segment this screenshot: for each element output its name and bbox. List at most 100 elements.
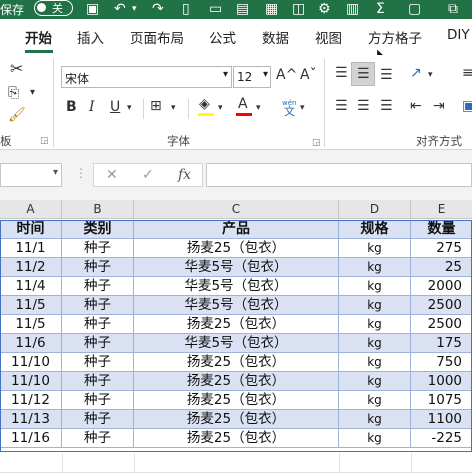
cell-quantity[interactable]: 275 xyxy=(411,239,472,258)
clipboard-launcher-icon[interactable]: ◲ xyxy=(40,133,49,149)
redo-icon[interactable]: ↷ xyxy=(152,1,164,17)
cell-product[interactable]: 扬麦25（包衣） xyxy=(134,315,339,334)
formula-input[interactable] xyxy=(206,163,472,187)
name-box[interactable]: ▾ xyxy=(0,163,62,187)
formula-icon[interactable]: Σ xyxy=(376,1,385,17)
cell-time[interactable]: 11/4 xyxy=(0,277,62,296)
cell-quantity[interactable]: 175 xyxy=(411,334,472,353)
fill-color-icon[interactable]: ◈ xyxy=(199,96,210,112)
border-dropdown-icon[interactable]: ▾ xyxy=(171,100,176,116)
paste-icon[interactable]: ▦ xyxy=(265,1,278,17)
cell-category[interactable]: 种子 xyxy=(62,372,134,391)
save-icon[interactable]: ▣ xyxy=(86,1,99,17)
cell-spec[interactable]: kg xyxy=(339,391,411,410)
cell-time[interactable]: 11/13 xyxy=(0,410,62,429)
tab-page-layout[interactable]: 页面布局 xyxy=(130,27,184,47)
cell-quantity[interactable]: 750 xyxy=(411,353,472,372)
phonetic-button[interactable]: 文 xyxy=(284,104,295,120)
cell-spec[interactable]: kg xyxy=(339,353,411,372)
column-header-b[interactable]: B xyxy=(62,200,134,219)
tab-formulas[interactable]: 公式 xyxy=(209,27,236,47)
drag-handle-icon[interactable]: ⋮ xyxy=(75,166,87,180)
underline-dropdown-icon[interactable]: ▾ xyxy=(127,100,132,116)
cell-spec[interactable]: kg xyxy=(339,372,411,391)
align-top-icon[interactable]: ☰ xyxy=(335,65,348,81)
cell-category[interactable]: 种子 xyxy=(62,315,134,334)
cell-category[interactable]: 种子 xyxy=(62,334,134,353)
insert-function-icon[interactable]: fx xyxy=(178,167,191,183)
cell-category[interactable]: 种子 xyxy=(62,277,134,296)
cell-product[interactable]: 扬麦25（包衣） xyxy=(134,353,339,372)
cell-spec[interactable]: kg xyxy=(339,429,411,448)
copy-dropdown-icon[interactable]: ▾ xyxy=(30,85,35,101)
cell-time[interactable]: 11/5 xyxy=(0,296,62,315)
orientation-icon[interactable]: ↗ xyxy=(410,65,422,81)
cell-quantity[interactable]: 1100 xyxy=(411,410,472,429)
header-cell-quantity[interactable]: 数量 xyxy=(411,220,472,239)
copy-format-icon[interactable]: ⎘ xyxy=(8,85,19,101)
undo-dropdown-icon[interactable]: ▾ xyxy=(132,1,137,17)
tab-diy[interactable]: DIY xyxy=(447,27,470,43)
cell-product[interactable]: 扬麦25（包衣） xyxy=(134,239,339,258)
cell-time[interactable]: 11/5 xyxy=(0,315,62,334)
cell-category[interactable]: 种子 xyxy=(62,353,134,372)
settings-icon[interactable]: ⚙ xyxy=(318,1,331,17)
cell-spec[interactable]: kg xyxy=(339,277,411,296)
cell-spec[interactable]: kg xyxy=(339,258,411,277)
cell-quantity[interactable]: 2500 xyxy=(411,296,472,315)
shrink-font-button[interactable]: Aˇ xyxy=(300,67,317,83)
cell-category[interactable]: 种子 xyxy=(62,296,134,315)
align-left-icon[interactable]: ☰ xyxy=(335,98,348,114)
font-launcher-icon[interactable]: ◲ xyxy=(312,135,321,151)
tab-fangfang[interactable]: 方方格子 xyxy=(368,27,422,47)
header-cell-spec[interactable]: 规格 xyxy=(339,220,411,239)
decrease-indent-icon[interactable]: ⇤ xyxy=(410,98,422,114)
column-header-d[interactable]: D xyxy=(339,200,411,219)
bold-button[interactable]: B xyxy=(66,99,77,115)
window-icon[interactable]: ▢ xyxy=(408,1,421,17)
cell-time[interactable]: 11/1 xyxy=(0,239,62,258)
column-header-a[interactable]: A xyxy=(0,200,62,219)
chart-icon[interactable]: ◫ xyxy=(292,1,305,17)
cell-quantity[interactable]: 2000 xyxy=(411,277,472,296)
column-header-c[interactable]: C xyxy=(134,200,339,219)
phonetic-dropdown-icon[interactable]: ▾ xyxy=(300,100,305,116)
format-painter-icon[interactable]: 🖌 xyxy=(8,107,26,123)
cell-spec[interactable]: kg xyxy=(339,334,411,353)
cell-quantity[interactable]: 25 xyxy=(411,258,472,277)
border-icon[interactable]: ⊞ xyxy=(150,98,162,114)
new-file-icon[interactable]: ▯ xyxy=(182,1,190,17)
cell-time[interactable]: 11/10 xyxy=(0,353,62,372)
cell-category[interactable]: 种子 xyxy=(62,239,134,258)
underline-button[interactable]: U xyxy=(110,99,120,115)
orientation-dropdown-icon[interactable]: ▾ xyxy=(428,67,433,83)
grow-font-button[interactable]: A^ xyxy=(276,67,297,83)
autosave-toggle[interactable]: 关 xyxy=(34,0,73,16)
enter-icon[interactable]: ✓ xyxy=(142,167,154,183)
tab-home[interactable]: 开始 xyxy=(25,27,52,47)
cell-quantity[interactable]: 2500 xyxy=(411,315,472,334)
cell-product[interactable]: 扬麦25（包衣） xyxy=(134,391,339,410)
cell-spec[interactable]: kg xyxy=(339,315,411,334)
tab-view[interactable]: 视图 xyxy=(315,27,342,47)
cell-time[interactable]: 11/10 xyxy=(0,372,62,391)
increase-indent-icon[interactable]: ⇥ xyxy=(433,98,445,114)
cell-category[interactable]: 种子 xyxy=(62,410,134,429)
cell-spec[interactable]: kg xyxy=(339,296,411,315)
cell-category[interactable]: 种子 xyxy=(62,429,134,448)
wrap-text-icon[interactable]: ≡ xyxy=(462,65,472,81)
italic-button[interactable]: I xyxy=(89,99,95,115)
tab-insert[interactable]: 插入 xyxy=(77,27,104,47)
align-bottom-icon[interactable]: ☰ xyxy=(380,67,393,83)
cell-quantity[interactable]: 1000 xyxy=(411,372,472,391)
cell-time[interactable]: 11/16 xyxy=(0,429,62,448)
column-header-e[interactable]: E xyxy=(411,200,472,219)
cell-product[interactable]: 华麦5号（包衣） xyxy=(134,296,339,315)
cell-product[interactable]: 华麦5号（包衣） xyxy=(134,258,339,277)
cell-time[interactable]: 11/12 xyxy=(0,391,62,410)
align-right-icon[interactable]: ☰ xyxy=(380,98,393,114)
print-icon[interactable]: ▤ xyxy=(236,1,249,17)
font-size-select[interactable]: 12 ▾ xyxy=(233,66,271,88)
cancel-icon[interactable]: ✕ xyxy=(106,167,118,183)
font-color-dropdown-icon[interactable]: ▾ xyxy=(256,100,261,116)
